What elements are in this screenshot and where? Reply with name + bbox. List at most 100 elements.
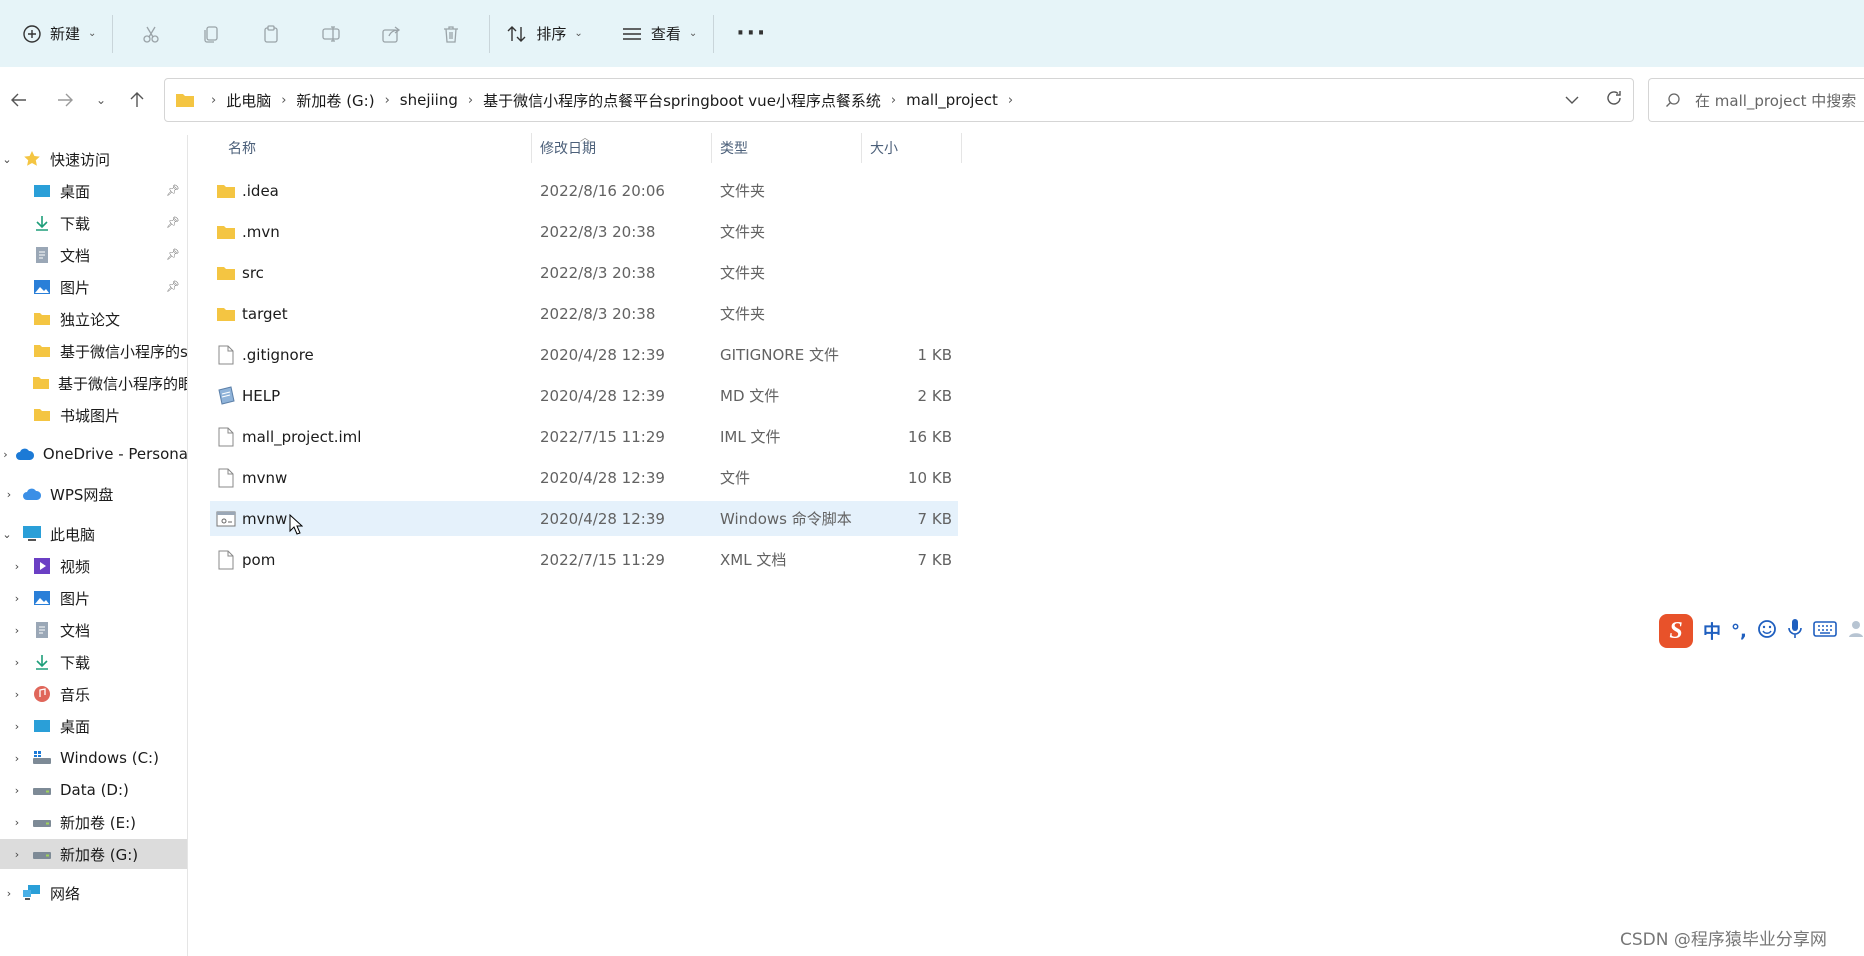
column-header-type[interactable]: 类型 (712, 133, 862, 163)
file-size: 1 KB (917, 345, 952, 364)
chevron-right-icon: › (14, 751, 20, 765)
nav-documents[interactable]: 文档 📌︎ (0, 240, 187, 270)
file-name: pom (242, 550, 276, 569)
column-header-size[interactable]: 大小 (862, 133, 962, 163)
file-row[interactable]: src 2022/8/3 20:38 文件夹 (210, 255, 958, 290)
rename-button[interactable] (301, 12, 361, 56)
microphone-icon[interactable] (1787, 618, 1803, 644)
nav-pc-desktop[interactable]: › 桌面 (0, 711, 187, 741)
nav-label: 桌面 (60, 717, 91, 736)
delete-button[interactable] (421, 12, 481, 56)
breadcrumb-shejiing[interactable]: shejiing › (400, 91, 483, 109)
file-row[interactable]: .mvn 2022/8/3 20:38 文件夹 (210, 214, 958, 249)
computer-icon (22, 525, 42, 543)
pin-icon: 📌︎ (166, 280, 180, 293)
drive-icon (32, 781, 52, 799)
file-name-cell: pom (216, 542, 275, 577)
cut-button[interactable] (121, 12, 181, 56)
breadcrumb-project-folder[interactable]: 基于微信小程序的点餐平台springboot vue小程序点餐系统 › (483, 90, 906, 111)
nav-folder-book-images[interactable]: 书城图片 (0, 400, 187, 430)
keyboard-icon[interactable] (1813, 620, 1837, 642)
nav-videos[interactable]: › 视频 (0, 551, 187, 581)
breadcrumb-drive-g[interactable]: 新加卷 (G:) › (296, 90, 399, 111)
picture-icon (32, 278, 52, 296)
share-button[interactable] (361, 12, 421, 56)
nav-network[interactable]: › 网络 (0, 878, 187, 908)
forward-button[interactable] (50, 80, 80, 120)
file-row[interactable]: target 2022/8/3 20:38 文件夹 (210, 296, 958, 331)
nav-quick-access[interactable]: ⌄ 快速访问 (0, 144, 187, 174)
up-button[interactable] (122, 80, 152, 120)
folder-icon (176, 94, 194, 107)
address-bar[interactable]: › 此电脑 › 新加卷 (G:) › shejiing › 基于微信小程序的点餐平台s… (164, 78, 1634, 122)
document-icon (32, 621, 52, 639)
search-box[interactable]: 在 mall_project 中搜索 (1648, 78, 1864, 122)
nav-pc-pictures[interactable]: › 图片 (0, 583, 187, 613)
nav-pictures[interactable]: 图片 📌︎ (0, 272, 187, 302)
paste-icon (264, 24, 279, 43)
breadcrumb-this-pc[interactable]: 此电脑 › (226, 90, 296, 111)
nav-wps-drive[interactable]: › WPS网盘 (0, 479, 187, 509)
nav-onedrive[interactable]: › OneDrive - Persona (0, 439, 187, 469)
file-row[interactable]: mall_project.iml 2022/7/15 11:29 IML 文件 … (210, 419, 958, 454)
folder-icon (32, 374, 50, 392)
chevron-right-icon: › (14, 623, 20, 637)
sort-button[interactable]: 排序 ⌄ (498, 12, 590, 56)
file-row[interactable]: .gitignore 2020/4/28 12:39 GITIGNORE 文件 … (210, 337, 958, 372)
nav-drive-g[interactable]: › 新加卷 (G:) (0, 839, 187, 869)
ime-toolbar[interactable]: S 中 °, (1655, 612, 1864, 650)
folder-icon (32, 406, 52, 424)
address-history-button[interactable] (1565, 91, 1579, 109)
nav-drive-e[interactable]: › 新加卷 (E:) (0, 807, 187, 837)
paste-button[interactable] (241, 12, 301, 56)
view-button[interactable]: 查看 ⌄ (613, 12, 705, 56)
breadcrumb-label: shejiing (399, 91, 458, 109)
nav-pc-documents[interactable]: › 文档 (0, 615, 187, 645)
column-header-date[interactable]: 修改日期 (532, 133, 712, 163)
nav-music[interactable]: › 音乐 (0, 679, 187, 709)
ime-punctuation[interactable]: °, (1731, 621, 1747, 642)
nav-folder-wechat-eye[interactable]: 基于微信小程序的眼 (0, 368, 187, 398)
user-settings-icon[interactable] (1847, 619, 1864, 643)
file-name: mvnw (242, 509, 288, 528)
navigation-pane: ⌄ 快速访问 桌面 📌︎ 下载 📌︎ 文档 📌︎ 图片 📌︎ 独立论文 基于微信… (0, 135, 188, 956)
nav-downloads[interactable]: 下载 📌︎ (0, 208, 187, 238)
file-name: src (242, 263, 264, 282)
more-options-button[interactable]: ··· (722, 21, 781, 46)
nav-this-pc[interactable]: ⌄ 此电脑 (0, 519, 187, 549)
folder-icon (32, 342, 52, 360)
new-button[interactable]: 新建 ⌄ (14, 12, 104, 56)
nav-folder-wechat-s[interactable]: 基于微信小程序的s (0, 336, 187, 366)
nav-folder-thesis[interactable]: 独立论文 (0, 304, 187, 334)
pin-icon: 📌︎ (166, 184, 180, 197)
file-name: .gitignore (242, 345, 314, 364)
ime-language[interactable]: 中 (1703, 618, 1721, 644)
file-icon (216, 427, 236, 447)
video-icon (32, 557, 52, 575)
nav-label: 新加卷 (G:) (60, 845, 139, 864)
file-row[interactable]: HELP 2020/4/28 12:39 MD 文件 2 KB (210, 378, 958, 413)
file-row[interactable]: .idea 2022/8/16 20:06 文件夹 (210, 173, 958, 208)
chevron-right-icon: › (14, 655, 20, 669)
trash-icon (444, 25, 459, 43)
recent-locations-button[interactable]: ⌄ (86, 80, 116, 120)
back-button[interactable] (4, 80, 34, 120)
chevron-down-icon: ⌄ (574, 28, 583, 39)
nav-desktop[interactable]: 桌面 📌︎ (0, 176, 187, 206)
refresh-button[interactable] (1605, 89, 1623, 111)
copy-icon (204, 25, 219, 43)
nav-pc-downloads[interactable]: › 下载 (0, 647, 187, 677)
view-label: 查看 (650, 25, 681, 43)
nav-drive-d[interactable]: › Data (D:) (0, 775, 187, 805)
nav-drive-c[interactable]: › Windows (C:) (0, 743, 187, 773)
breadcrumb-mall-project[interactable]: mall_project › (906, 91, 1023, 109)
emoji-icon[interactable] (1757, 619, 1777, 643)
file-row-selected[interactable]: mvnw 2020/4/28 12:39 Windows 命令脚本 7 KB (210, 501, 958, 536)
file-row[interactable]: mvnw 2020/4/28 12:39 文件 10 KB (210, 460, 958, 495)
file-date: 2022/8/3 20:38 (540, 263, 656, 282)
file-row[interactable]: pom 2022/7/15 11:29 XML 文档 7 KB (210, 542, 958, 577)
column-header-name[interactable]: 名称 (210, 133, 532, 163)
pin-icon: 📌︎ (166, 216, 180, 229)
copy-button[interactable] (181, 12, 241, 56)
file-date: 2020/4/28 12:39 (540, 345, 665, 364)
